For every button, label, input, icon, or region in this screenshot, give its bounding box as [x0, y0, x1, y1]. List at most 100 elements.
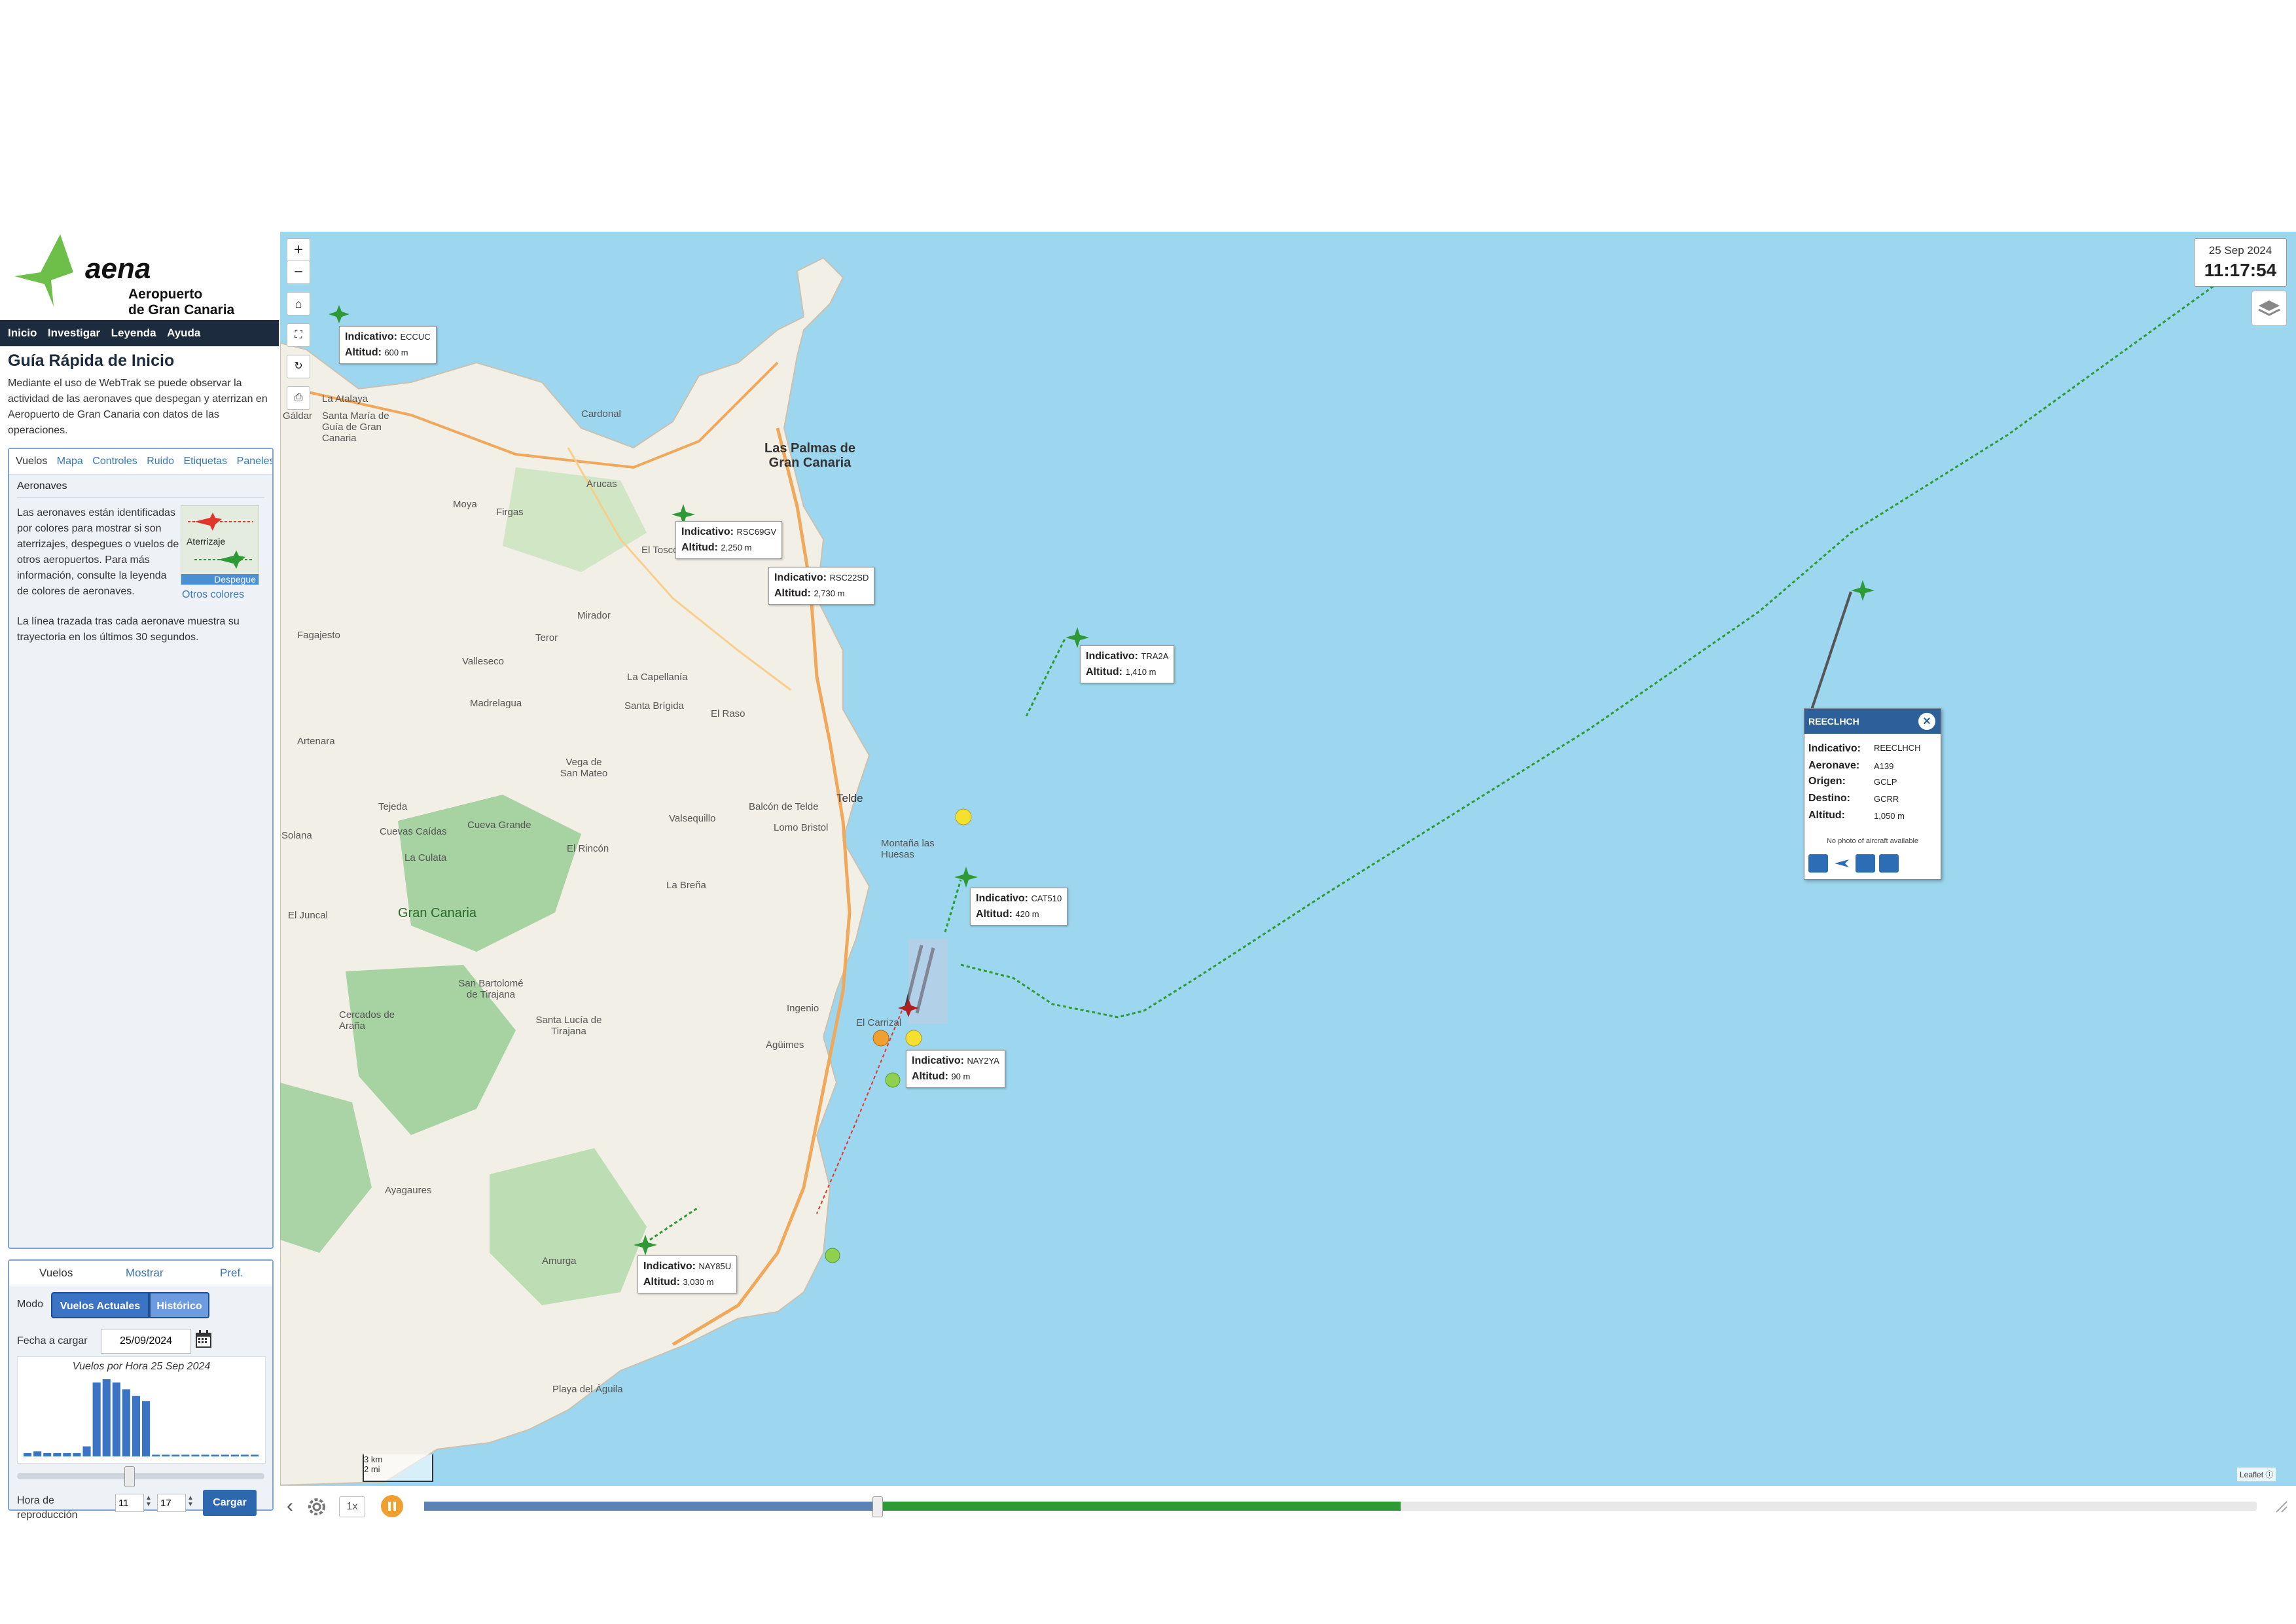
flight-tag-rsc69gv[interactable]: Indicativo: RSC69GV Altitud: 2,250 m	[675, 521, 783, 559]
hour-input[interactable]	[115, 1494, 144, 1512]
hour-slider-handle[interactable]	[124, 1466, 135, 1487]
sidebar: aena Aeropuerto de Gran Canaria Inicio I…	[0, 232, 279, 1525]
mode-label: Modo	[17, 1299, 44, 1310]
tab-etiquetas[interactable]: Etiquetas	[183, 449, 227, 474]
home-icon[interactable]	[1856, 854, 1875, 873]
place-label: Moya	[453, 499, 477, 510]
playback-speed-button[interactable]: 1x	[339, 1496, 365, 1517]
menu-leyenda[interactable]: Leyenda	[111, 320, 156, 346]
place-label: Gran Canaria	[398, 906, 477, 920]
tag-callsign-row: Indicativo: ECCUC	[345, 329, 431, 345]
mode-history-button[interactable]: Histórico	[149, 1292, 209, 1318]
tag-callsign-label: Indicativo:	[345, 331, 398, 342]
plane-icon[interactable]	[1832, 854, 1852, 873]
zoom-out-button[interactable]: −	[287, 261, 310, 284]
layers-button[interactable]	[2251, 291, 2287, 326]
tab-mapa[interactable]: Mapa	[57, 449, 83, 474]
place-label: Cuevas Caídas	[380, 826, 447, 837]
popup-origin-label: Origen:	[1808, 776, 1846, 787]
date-input[interactable]	[101, 1329, 191, 1354]
timeline-track[interactable]	[424, 1496, 2257, 1517]
popup-callsign-label: Indicativo:	[1808, 743, 1861, 754]
popup-origin-value: GCLP	[1874, 777, 1897, 787]
load-button[interactable]: Cargar	[203, 1490, 257, 1516]
tab-ruido[interactable]: Ruido	[147, 449, 174, 474]
chevron-left-icon[interactable]: ‹	[287, 1495, 293, 1517]
gear-icon[interactable]	[306, 1496, 327, 1517]
aircraft-legend-image: Aterrizaje Despegue	[181, 505, 259, 585]
place-label: Montaña las Huesas	[881, 838, 935, 860]
flight-tag-nay2ya[interactable]: Indicativo: NAY2YA Altitud: 90 m	[906, 1050, 1005, 1088]
place-label: La Atalaya	[322, 393, 368, 405]
altitude-chart-icon[interactable]	[1879, 854, 1899, 873]
minute-spinner-icon[interactable]: ▲ ▼	[187, 1495, 194, 1508]
map-attribution[interactable]: Leaflet ⓘ	[2237, 1468, 2276, 1481]
place-label: El Raso	[711, 708, 745, 719]
guide-title: Guía Rápida de Inicio	[8, 352, 175, 370]
tag-callsign-row: Indicativo: RSC22SD	[774, 570, 869, 586]
tab-paneles[interactable]: Paneles	[237, 449, 272, 474]
noise-monitor-icon	[825, 1248, 840, 1263]
controls-tabs: Vuelos Mostrar Pref.	[9, 1261, 272, 1286]
resize-icon[interactable]	[2272, 1498, 2291, 1516]
place-label: Solana	[281, 830, 312, 841]
other-colors-link[interactable]: Otros colores	[182, 589, 244, 601]
histogram-bar	[211, 1454, 219, 1456]
home-view-button[interactable]: ⌂	[287, 292, 310, 316]
scale-km: 3 km	[364, 1454, 383, 1464]
tag-callsign-value: RSC69GV	[736, 527, 777, 537]
tab-mostrar[interactable]: Mostrar	[126, 1261, 164, 1286]
calendar-icon[interactable]	[195, 1330, 212, 1348]
noise-monitor-icon	[872, 1030, 889, 1047]
hour-slider-track[interactable]	[17, 1473, 264, 1479]
tag-altitude-row: Altitud: 2,730 m	[774, 586, 869, 602]
flight-map[interactable]: Las Palmas de Gran Canaria Gáldar La Ata…	[280, 232, 2296, 1525]
flight-tag-tra2a[interactable]: Indicativo: TRA2A Altitud: 1,410 m	[1080, 645, 1175, 683]
hour-spinner-icon[interactable]: ▲ ▼	[145, 1495, 152, 1508]
tab-vuelos[interactable]: Vuelos	[16, 449, 47, 474]
tab-controles[interactable]: Controles	[92, 449, 137, 474]
flight-detail-popup: REECLHCH × Indicativo: REECLHCH Aeronave…	[1804, 708, 1941, 880]
flight-tag-eccuc[interactable]: Indicativo: ECCUC Altitud: 600 m	[339, 326, 437, 364]
pause-button[interactable]	[381, 1495, 403, 1517]
histogram-bar	[201, 1454, 209, 1456]
zoom-in-button[interactable]: +	[287, 238, 310, 262]
scale-mi: 2 mi	[364, 1464, 380, 1474]
main-menu: Inicio Investigar Leyenda Ayuda	[0, 320, 279, 346]
menu-investigar[interactable]: Investigar	[48, 320, 100, 346]
print-button[interactable]: ⎙	[287, 386, 310, 410]
histogram-bar	[230, 1454, 239, 1456]
tag-callsign-label: Indicativo:	[643, 1261, 696, 1272]
tag-callsign-row: Indicativo: NAY2YA	[912, 1053, 999, 1069]
histogram-bar	[92, 1382, 101, 1456]
place-label: Santa Lucía de Tirajana	[535, 1015, 602, 1037]
popup-no-photo-text: No photo of aircraft available	[1826, 837, 1919, 845]
place-label: La Culata	[404, 852, 447, 863]
close-icon[interactable]: ×	[1918, 713, 1935, 730]
tag-altitude-value: 90 m	[951, 1072, 971, 1081]
legend-landing-label: Aterrizaje	[187, 536, 226, 547]
current-time: 11:17:54	[2204, 260, 2277, 280]
flight-tag-cat510[interactable]: Indicativo: CAT510 Altitud: 420 m	[970, 888, 1068, 926]
menu-inicio[interactable]: Inicio	[8, 320, 37, 346]
histogram-bar	[221, 1454, 229, 1456]
tab-vuelos-ctrl[interactable]: Vuelos	[39, 1261, 73, 1286]
chat-icon[interactable]	[1808, 854, 1828, 873]
info-icon[interactable]: ⓘ	[2265, 1470, 2273, 1479]
histogram-bar	[152, 1454, 160, 1456]
histogram-bar	[171, 1454, 180, 1456]
aircraft-reeclhch-icon	[1851, 580, 1874, 601]
flight-tag-rsc22sd[interactable]: Indicativo: RSC22SD Altitud: 2,730 m	[768, 567, 875, 605]
mode-current-button[interactable]: Vuelos Actuales	[51, 1292, 149, 1318]
histogram-bar	[240, 1454, 249, 1456]
minute-input[interactable]	[157, 1494, 186, 1512]
refresh-button[interactable]: ↻	[287, 355, 310, 378]
menu-ayuda[interactable]: Ayuda	[167, 320, 200, 346]
info-body-trail: La línea trazada tras cada aeronave mues…	[17, 616, 240, 643]
flight-tag-nay85u[interactable]: Indicativo: NAY85U Altitud: 3,030 m	[637, 1255, 738, 1293]
fullscreen-button[interactable]: ⛶	[287, 323, 310, 347]
tab-pref[interactable]: Pref.	[220, 1261, 243, 1286]
place-label: Cueva Grande	[467, 820, 531, 831]
timeline-handle[interactable]	[872, 1496, 883, 1517]
place-label: El Carrizal	[856, 1017, 902, 1028]
